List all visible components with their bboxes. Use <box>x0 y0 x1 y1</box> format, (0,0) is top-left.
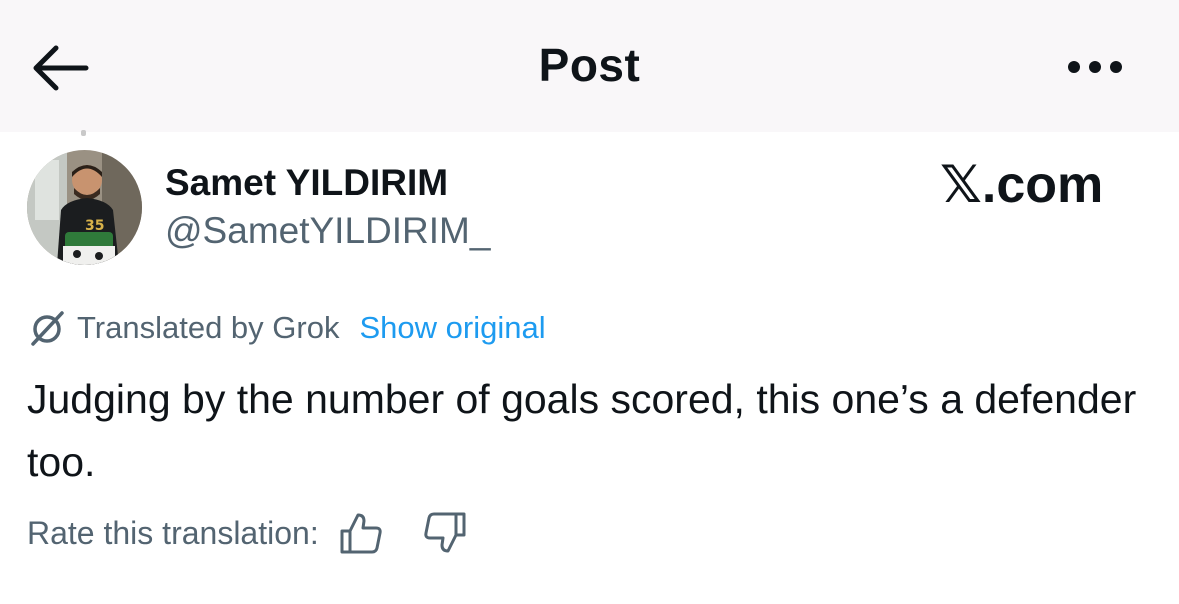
more-options-button[interactable] <box>1060 52 1130 82</box>
avatar-photo: 35 <box>27 150 142 265</box>
rate-translation: Rate this translation: <box>27 508 469 558</box>
top-bar: Post <box>0 0 1179 132</box>
avatar[interactable]: 35 <box>27 150 142 265</box>
svg-text:35: 35 <box>85 218 104 234</box>
author-name[interactable]: Samet YILDIRIM <box>165 162 448 204</box>
more-horizontal-icon <box>1068 61 1122 73</box>
translation-notice: Translated by Grok Show original <box>27 306 546 350</box>
translated-by-label: Translated by Grok <box>77 310 340 345</box>
watermark: 𝕏.com <box>940 156 1104 214</box>
post-page: Post 35 Samet YILDIRIM @SametYILDIRIM_ 𝕏… <box>0 0 1179 604</box>
thumbs-down-icon[interactable] <box>421 509 469 557</box>
grok-icon <box>31 311 64 346</box>
page-title: Post <box>538 39 641 91</box>
thumbs-up-icon[interactable] <box>337 509 385 557</box>
post-text: Judging by the number of goals scored, t… <box>27 376 1137 485</box>
rate-translation-label: Rate this translation: <box>27 514 319 551</box>
scroll-indicator <box>81 130 86 136</box>
show-original-link[interactable]: Show original <box>359 310 545 346</box>
author-handle[interactable]: @SametYILDIRIM_ <box>165 210 490 252</box>
